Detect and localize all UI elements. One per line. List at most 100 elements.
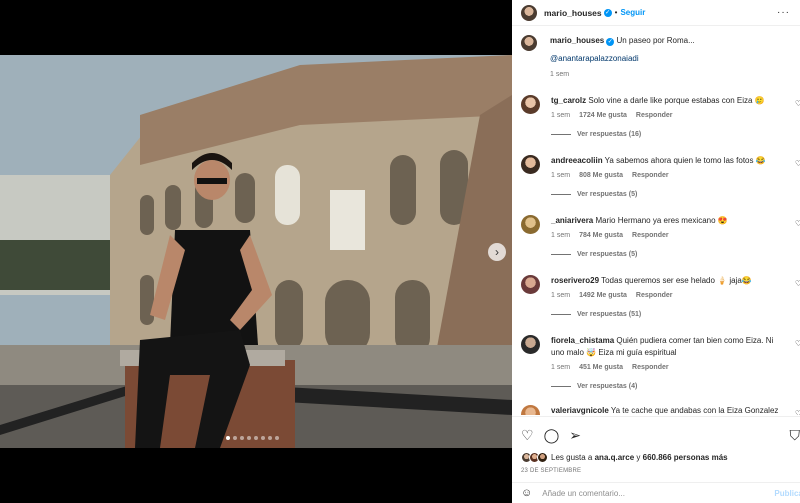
view-replies-label: Ver respuestas (5) [577,191,638,198]
header-username[interactable]: mario_houses [544,8,602,18]
carousel-indicator [226,436,279,440]
comment-item: valeriavgnicole Ya te cache que andabas … [521,405,800,415]
comment-text: Todas queremos ser ese helado 🍦 jaja😂 [601,276,752,285]
likes-connector: y [636,453,641,462]
carousel-dot [254,436,258,440]
comment-time: 1 sem [551,112,571,119]
comment-item: tg_carolz Solo vine a darle like porque … [521,95,800,138]
carousel-dot [240,436,244,440]
bookmark-icon[interactable]: ⛉ [790,427,800,444]
view-replies-button[interactable]: Ver respuestas (4) [551,383,786,390]
post-actions: ♡ ◯ ➢ ⛉ Les gusta a ana.q.arce y 660.866… [512,416,800,474]
comment-like-heart-icon[interactable]: ♡ [795,99,800,108]
instagram-post-modal: › mario_houses ✓ • Seguir ··· mario_hous… [0,0,800,503]
emoji-icon[interactable]: ☺ [521,487,532,499]
comment-item: roserivero29 Todas queremos ser ese hela… [521,275,800,318]
comment-likes[interactable]: 784 Me gusta [579,232,623,239]
view-replies-label: Ver respuestas (5) [577,251,638,258]
avatar[interactable] [521,215,540,234]
view-replies-button[interactable]: Ver respuestas (5) [551,251,786,258]
post-date: 23 DE SEPTIEMBRE [521,468,582,474]
follow-button[interactable]: Seguir [620,8,645,17]
colosseum-photo [0,55,512,448]
carousel-dot [268,436,272,440]
comment-icon[interactable]: ◯ [544,427,560,443]
view-replies-button[interactable]: Ver respuestas (16) [551,131,786,138]
carousel-dot [226,436,230,440]
comment-username[interactable]: fiorela_chistama [551,336,614,345]
comment-username[interactable]: valeriavgnicole [551,406,609,415]
comment-username[interactable]: _aniarivera [551,216,593,225]
comments-list[interactable]: mario_houses ✓ Un paseo por Roma... @anan… [512,27,800,415]
post-caption: mario_houses ✓ Un paseo por Roma... @anan… [521,35,790,81]
likes-prefix: Les gusta a [551,453,593,462]
next-slide-button[interactable]: › [488,243,506,261]
comment-username[interactable]: tg_carolz [551,96,586,105]
carousel-dot [261,436,265,440]
avatar [537,452,548,463]
post-side-panel: mario_houses ✓ • Seguir ··· mario_houses… [512,0,800,503]
comment-text: Solo vine a darle like porque estabas co… [588,96,765,105]
comment-likes[interactable]: 1492 Me gusta [579,292,627,299]
comment-item: andreeacoliin Ya sabemos ahora quien le … [521,155,800,198]
comment-username[interactable]: roserivero29 [551,276,599,285]
post-media: › [0,0,512,503]
comment-like-heart-icon[interactable]: ♡ [795,409,800,415]
publish-button[interactable]: Publicar [774,489,800,498]
comment-time: 1 sem [551,364,571,371]
comment-time: 1 sem [551,292,571,299]
comment-like-heart-icon[interactable]: ♡ [795,159,800,168]
view-replies-button[interactable]: Ver respuestas (5) [551,191,786,198]
separator-dot: • [614,8,618,17]
verified-badge-icon: ✓ [603,8,612,17]
comment-text: Ya sabemos ahora quien le tomo las fotos… [604,156,766,165]
likes-others[interactable]: 660.866 personas más [643,453,728,462]
add-comment-bar: ☺ Añade un comentario... Publicar [512,482,800,503]
carousel-dot [275,436,279,440]
post-photo [0,55,512,448]
comment-time: 1 sem [551,172,571,179]
caption-text: Un paseo por Roma... [616,36,695,45]
heart-icon[interactable]: ♡ [521,427,534,443]
avatar[interactable] [521,405,540,415]
caption-mention-link[interactable]: @anantarapalazzonaiadi [550,53,790,65]
comment-username[interactable]: andreeacoliin [551,156,603,165]
view-replies-button[interactable]: Ver respuestas (51) [551,311,786,318]
caption-time: 1 sem [550,71,570,78]
share-icon[interactable]: ➢ [569,427,581,443]
view-replies-label: Ver respuestas (16) [577,131,642,138]
likes-user[interactable]: ana.q.arce [595,453,635,462]
view-replies-label: Ver respuestas (51) [577,311,642,318]
reply-button[interactable]: Responder [632,232,669,239]
comment-text: Ya te cache que andabas con la Eiza Gonz… [610,406,779,415]
comment-input[interactable]: Añade un comentario... [542,489,774,498]
more-horizontal-icon[interactable]: ··· [777,7,790,18]
reply-button[interactable]: Responder [632,172,669,179]
caption-username[interactable]: mario_houses [550,36,604,45]
comment-likes[interactable]: 451 Me gusta [579,364,623,371]
avatar[interactable] [521,35,537,51]
avatar[interactable] [521,95,540,114]
reply-button[interactable]: Responder [636,112,673,119]
reply-button[interactable]: Responder [632,364,669,371]
avatar[interactable] [521,155,540,174]
post-header: mario_houses ✓ • Seguir ··· [512,0,800,26]
comment-item: fiorela_chistama Quién pudiera comer tan… [521,335,800,390]
avatar[interactable] [521,275,540,294]
carousel-dot [247,436,251,440]
reply-button[interactable]: Responder [636,292,673,299]
avatar[interactable] [521,335,540,354]
view-replies-label: Ver respuestas (4) [577,383,638,390]
verified-badge-icon: ✓ [606,38,615,46]
comment-like-heart-icon[interactable]: ♡ [795,339,800,348]
avatar[interactable] [521,4,537,21]
comment-time: 1 sem [551,232,571,239]
carousel-dot [233,436,237,440]
comment-like-heart-icon[interactable]: ♡ [795,279,800,288]
comment-likes[interactable]: 808 Me gusta [579,172,623,179]
comment-text: Mario Hermano ya eres mexicano 😍 [595,216,728,225]
comment-like-heart-icon[interactable]: ♡ [795,219,800,228]
comment-item: _aniarivera Mario Hermano ya eres mexica… [521,215,800,258]
comment-likes[interactable]: 1724 Me gusta [579,112,627,119]
likes-summary[interactable]: Les gusta a ana.q.arce y 660.866 persona… [512,452,800,463]
